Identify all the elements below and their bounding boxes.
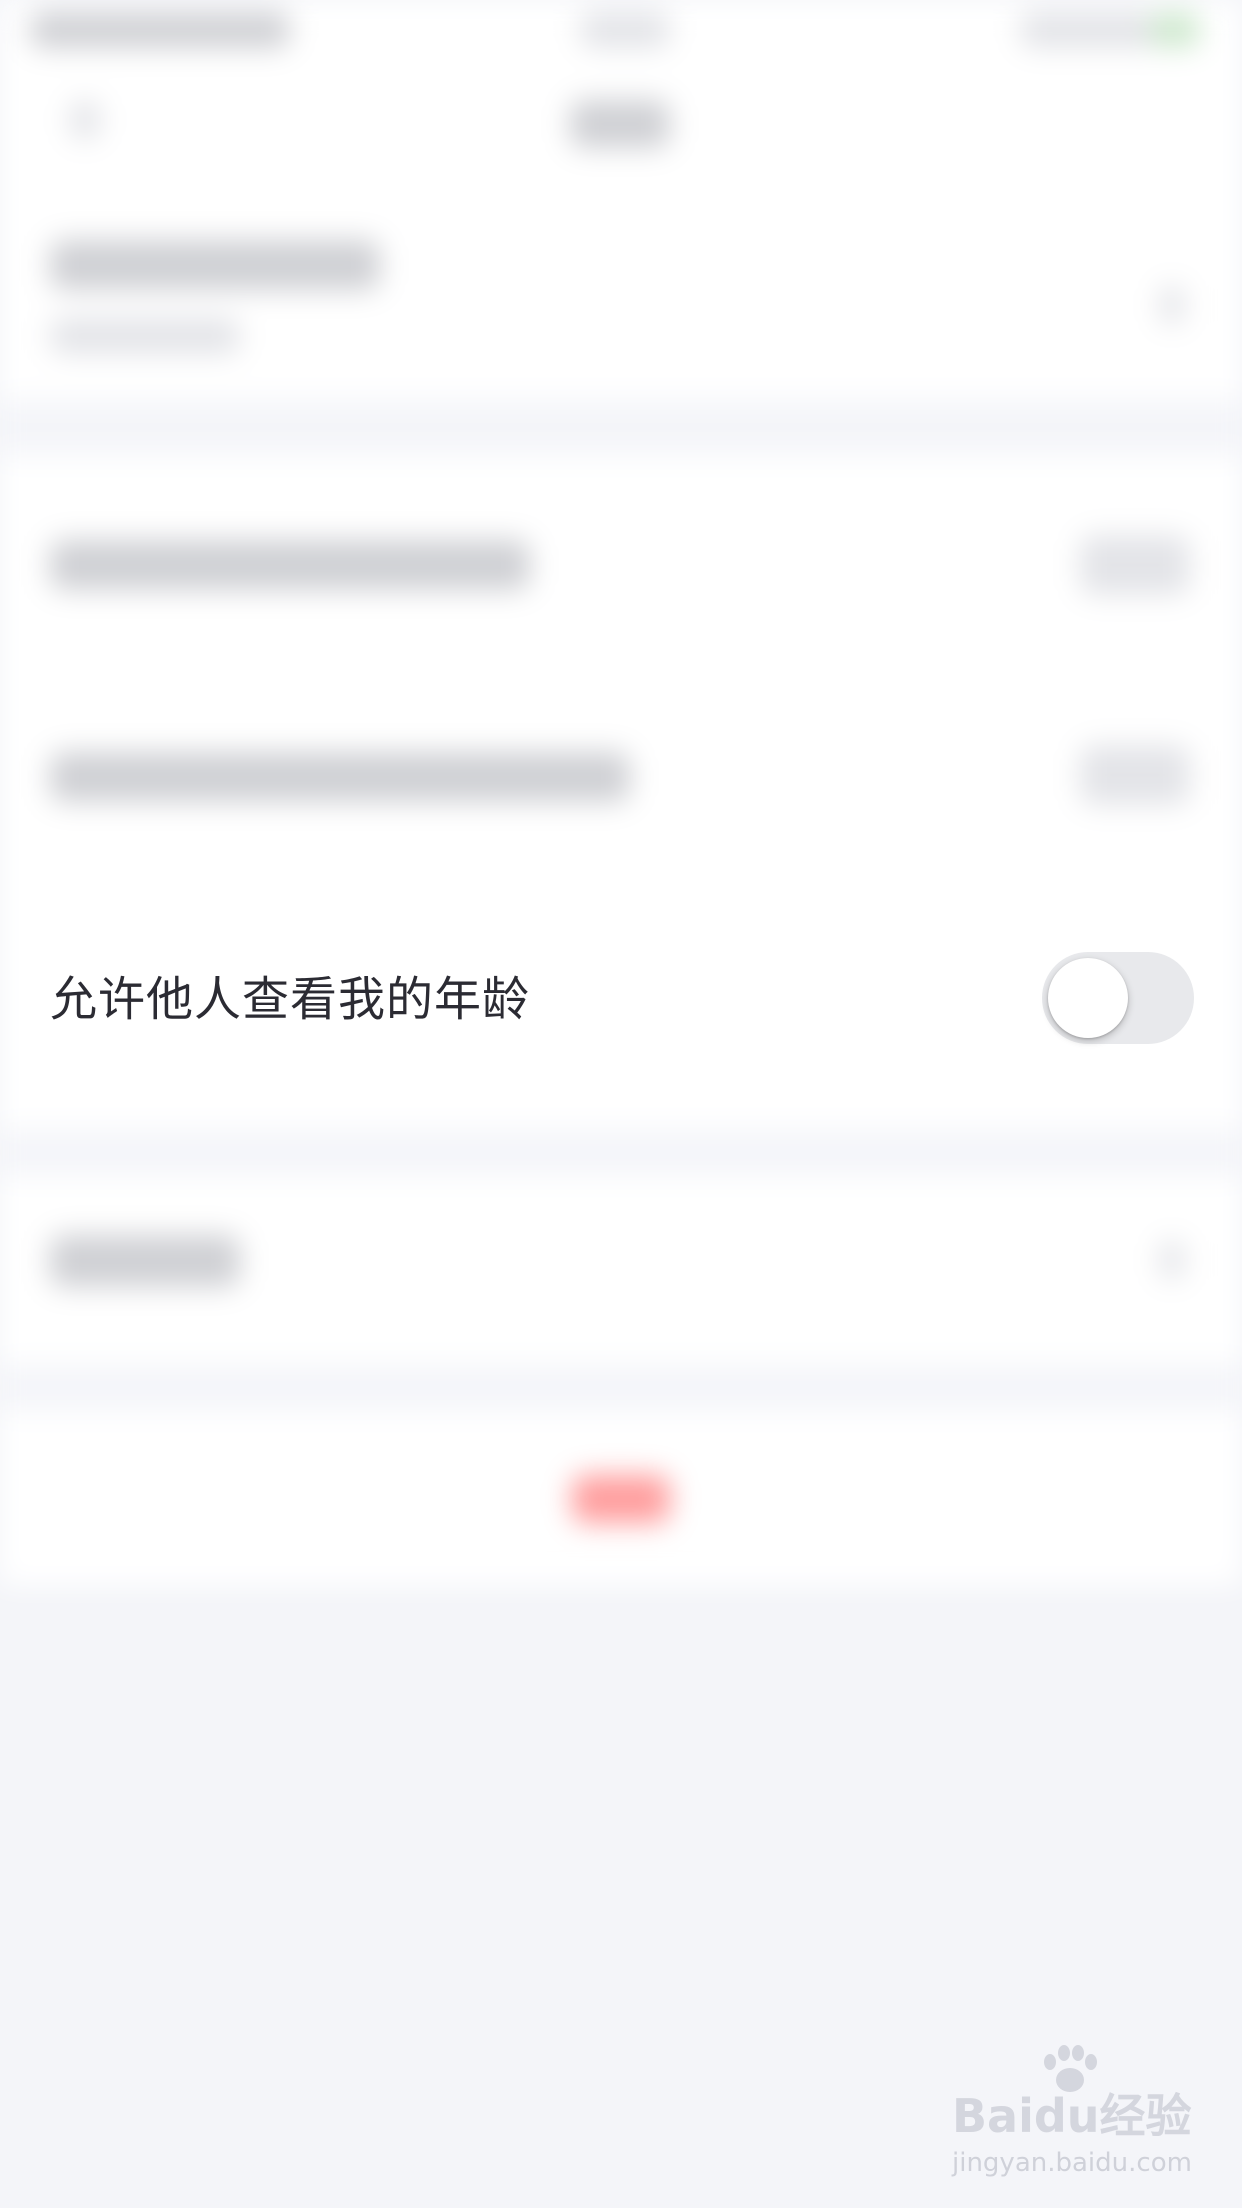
blurred-battery (1150, 12, 1200, 48)
blurred-gap-3 (0, 1365, 1242, 1410)
blurred-back-icon (70, 100, 100, 140)
blurred-chevron-3 (1160, 1240, 1184, 1280)
setting-label-age-visibility: 允许他人查看我的年龄 (50, 972, 530, 1028)
blurred-card-3-label (50, 1235, 240, 1287)
blurred-gap-2 (0, 1130, 1242, 1175)
blurred-logout-text (572, 1475, 670, 1523)
blurred-gap-1 (0, 400, 1242, 455)
blurred-chevron-1 (1160, 285, 1184, 325)
blurred-background (0, 0, 1242, 2208)
baidu-watermark: Baidu经验 jingyan.baidu.com (952, 2045, 1192, 2190)
blurred-status-time (580, 12, 670, 48)
blurred-nav-title (570, 100, 670, 148)
settings-screen: 允许他人查看我的年龄 Baidu经验 jingyan.baidu.com (0, 0, 1242, 2208)
blurred-row-2-toggle (1080, 745, 1190, 805)
blurred-row-1-toggle (1080, 535, 1190, 595)
blurred-card-1 (0, 200, 1242, 400)
age-visibility-toggle[interactable] (1042, 952, 1194, 1044)
blurred-status-right (1020, 12, 1160, 48)
blurred-row-1-label (50, 540, 530, 590)
blurred-card-title (50, 240, 380, 290)
blurred-row-2-label (50, 752, 630, 802)
blurred-card-sub (50, 318, 240, 354)
watermark-brand: Baidu经验 (952, 2089, 1192, 2143)
setting-row-age-visibility: 允许他人查看我的年龄 (0, 924, 1242, 1066)
watermark-url: jingyan.baidu.com (952, 2148, 1192, 2178)
toggle-knob (1048, 958, 1128, 1038)
blurred-status-left (30, 12, 290, 48)
